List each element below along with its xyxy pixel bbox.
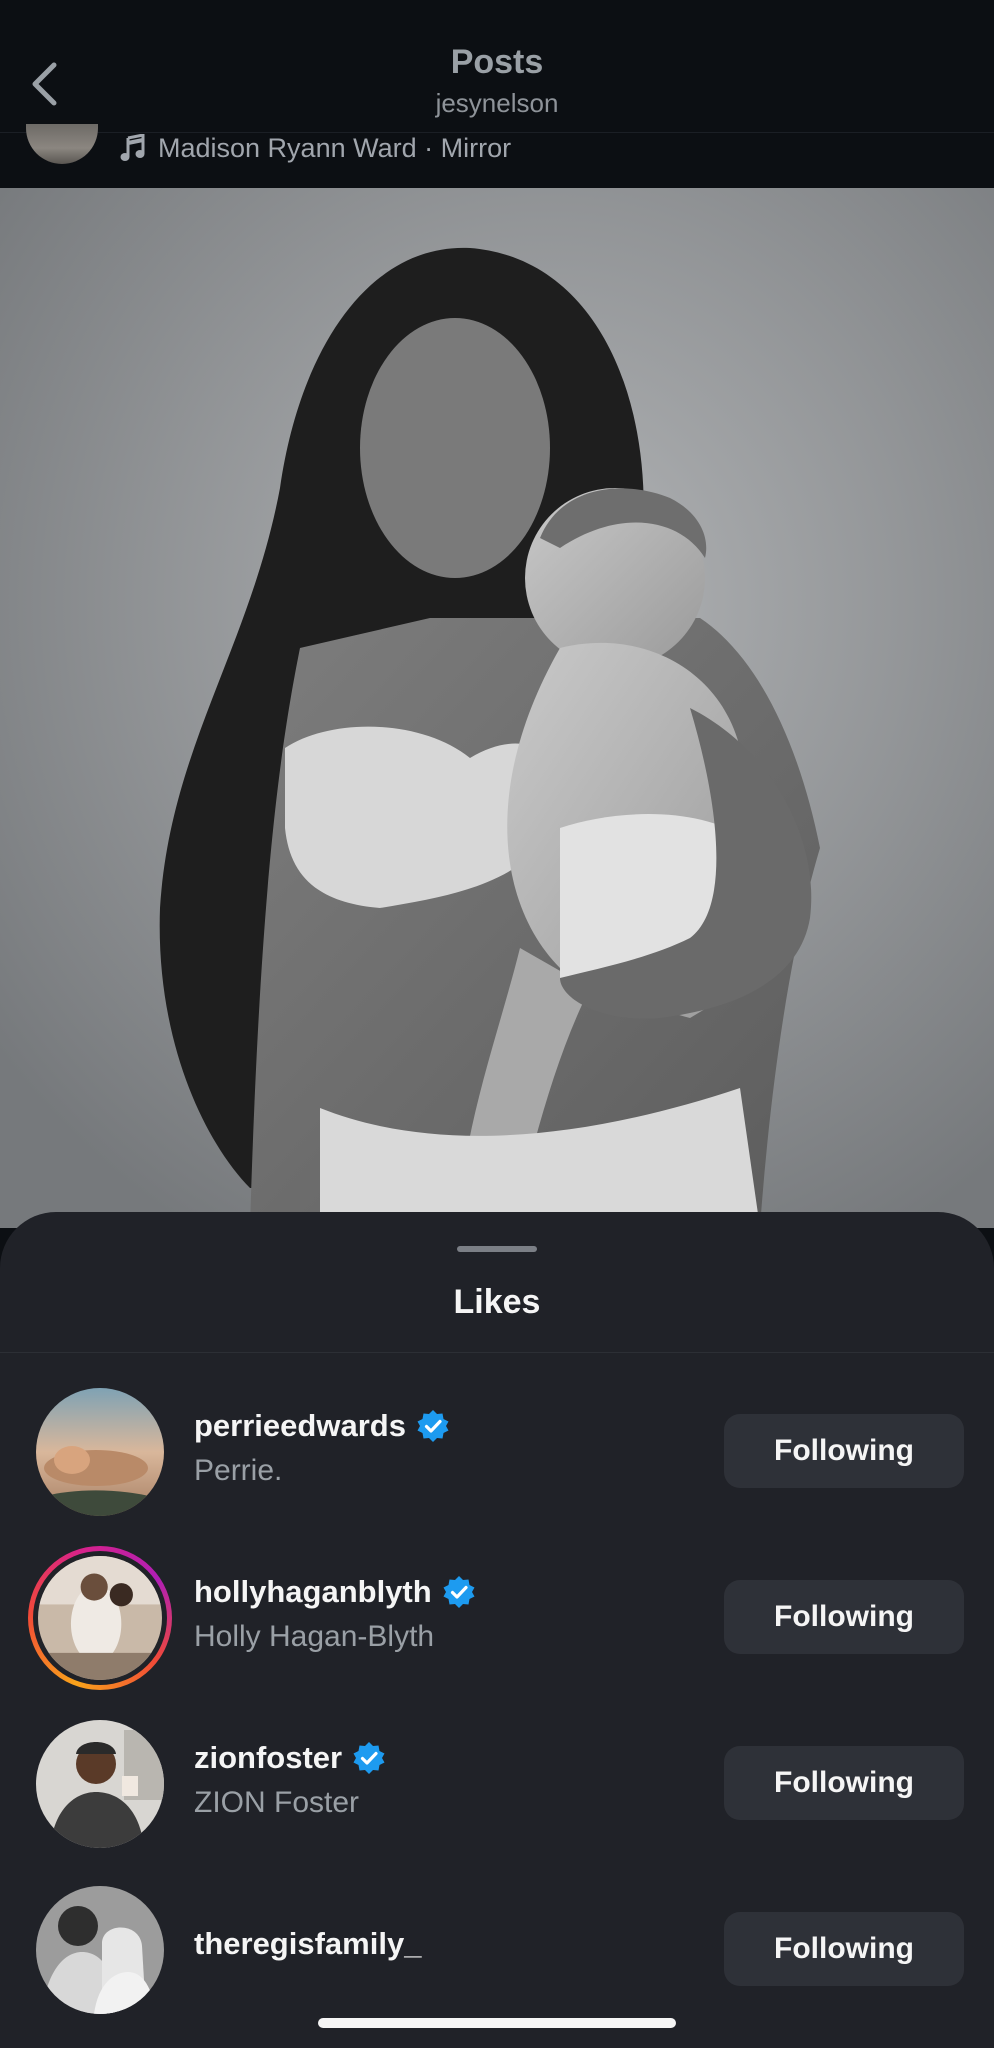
screen: Posts jesynelson Madison Ryann Ward · Mi… [0, 0, 994, 2048]
music-note-icon [120, 134, 145, 161]
sheet-grabber-handle[interactable] [457, 1246, 537, 1252]
avatar[interactable] [36, 1720, 164, 1848]
liker-names: theregisfamily_ [194, 1922, 421, 1966]
verified-badge-icon [417, 1410, 449, 1442]
header-titles: Posts jesynelson [0, 38, 994, 120]
liker-names: hollyhaganblyth Holly Hagan-Blyth [194, 1570, 476, 1658]
top-bar: Posts jesynelson Madison Ryann Ward · Mi… [0, 0, 994, 188]
avatar-image [36, 1720, 164, 1848]
liker-full-name: Holly Hagan-Blyth [194, 1620, 435, 1653]
liker-full-name: ZION Foster [194, 1786, 360, 1819]
post-photo-image [0, 188, 994, 1228]
page-title: Posts [450, 43, 544, 81]
verified-badge-icon [353, 1742, 385, 1774]
page-subtitle-username[interactable]: jesynelson [0, 86, 994, 120]
home-indicator[interactable] [318, 2018, 676, 2028]
following-button[interactable]: Following [724, 1746, 964, 1820]
post-photo[interactable] [0, 188, 994, 1228]
likes-sheet: Likes perrieedwards Perrie. Following ho… [0, 1212, 994, 2048]
avatar-with-story-ring[interactable] [28, 1546, 172, 1690]
avatar-image [38, 1556, 162, 1680]
liker-row[interactable]: perrieedwards Perrie. Following [0, 1382, 994, 1522]
liker-username[interactable]: hollyhaganblyth [194, 1570, 432, 1614]
liker-username[interactable]: theregisfamily_ [194, 1922, 421, 1966]
liker-full-name: Perrie. [194, 1454, 283, 1487]
post-meta: Madison Ryann Ward · Mirror [0, 124, 994, 188]
liker-row[interactable]: zionfoster ZION Foster Following [0, 1714, 994, 1854]
avatar-image [36, 1388, 164, 1516]
avatar-image [36, 1886, 164, 2014]
following-button[interactable]: Following [724, 1580, 964, 1654]
post-author-avatar[interactable] [26, 124, 98, 164]
following-button[interactable]: Following [724, 1414, 964, 1488]
avatar[interactable] [36, 1886, 164, 2014]
following-button[interactable]: Following [724, 1912, 964, 1986]
liker-username[interactable]: perrieedwards [194, 1404, 406, 1448]
likes-sheet-title: Likes [453, 1283, 541, 1321]
sheet-divider [0, 1352, 994, 1353]
liker-row[interactable]: hollyhaganblyth Holly Hagan-Blyth Follow… [0, 1546, 994, 1690]
verified-badge-icon [443, 1576, 475, 1608]
liker-row[interactable]: theregisfamily_ Following [0, 1880, 994, 2020]
liker-names: zionfoster ZION Foster [194, 1736, 386, 1824]
audio-label[interactable]: Madison Ryann Ward · Mirror [158, 130, 511, 166]
avatar[interactable] [36, 1388, 164, 1516]
liker-username[interactable]: zionfoster [194, 1736, 342, 1780]
liker-names: perrieedwards Perrie. [194, 1404, 450, 1492]
